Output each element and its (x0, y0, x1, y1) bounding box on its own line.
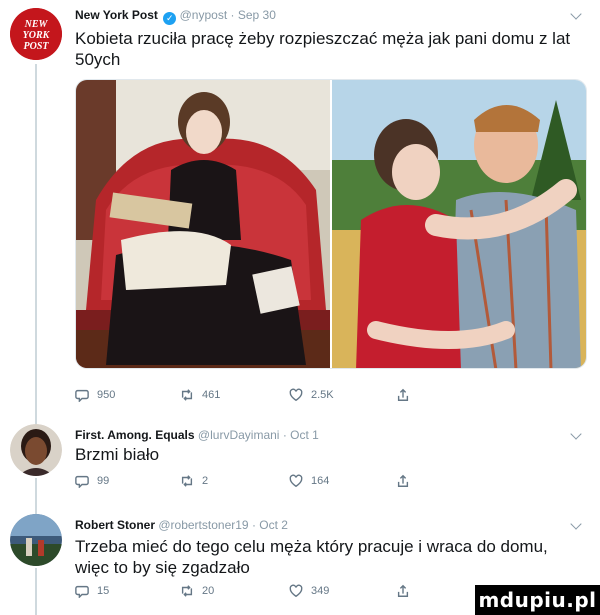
reply-icon (75, 585, 89, 598)
avatar-first-among-equals[interactable] (10, 424, 62, 476)
like-icon (289, 584, 303, 598)
share-icon (397, 584, 409, 597)
retweet-button[interactable]: 20 (180, 584, 214, 598)
retweet-button[interactable]: 461 (180, 388, 220, 402)
retweet-count: 20 (202, 585, 215, 597)
caret-down-icon[interactable] (570, 518, 582, 530)
tweet-photo[interactable] (75, 79, 587, 369)
verified-icon: ✓ (163, 12, 177, 25)
share-icon (397, 474, 409, 487)
svg-text:YORK: YORK (23, 30, 51, 41)
share-button[interactable] (396, 584, 410, 598)
share-icon (397, 388, 409, 401)
thread-line (35, 568, 37, 615)
like-count: 2.5K (311, 389, 334, 401)
author-name[interactable]: First. Among. Equals (75, 428, 195, 442)
avatar-robert-stoner[interactable] (10, 514, 62, 566)
tweet-date[interactable]: Sep 30 (238, 8, 276, 22)
tweet-nypost: NEW YORK POST New York Post ✓ @nypost · … (0, 0, 600, 424)
tweet-actions: 99 2 164 (75, 474, 495, 490)
reply-count: 15 (97, 585, 110, 597)
tweet-reply-1: First. Among. Equals @lurvDayimani · Oct… (0, 418, 600, 522)
tweet-date[interactable]: Oct 1 (290, 428, 319, 442)
watermark: mdupiu.pl (475, 585, 600, 615)
tweet-header: Robert Stoner @robertstoner19 · Oct 2 (75, 518, 288, 532)
retweet-icon (181, 585, 193, 597)
reply-button[interactable]: 99 (75, 474, 109, 488)
reply-button[interactable]: 15 (75, 584, 109, 598)
author-name[interactable]: New York Post (75, 8, 158, 22)
like-button[interactable]: 2.5K (289, 388, 334, 402)
retweet-icon (181, 475, 193, 487)
caret-down-icon[interactable] (570, 428, 582, 440)
reply-count: 950 (97, 389, 116, 401)
retweet-button[interactable]: 2 (180, 474, 208, 488)
retweet-count: 461 (202, 389, 221, 401)
tweet-text: Trzeba mieć do tego celu męża który prac… (75, 537, 548, 577)
retweet-count: 2 (202, 475, 209, 487)
reply-icon (75, 475, 89, 488)
svg-text:POST: POST (24, 41, 50, 52)
tweet-actions: 950 461 2.5K (75, 388, 495, 404)
like-button[interactable]: 349 (289, 584, 329, 598)
share-button[interactable] (396, 388, 410, 402)
like-button[interactable]: 164 (289, 474, 329, 488)
thread-line (35, 64, 37, 424)
tweet-actions: 15 20 349 (75, 584, 495, 600)
svg-text:NEW: NEW (24, 19, 49, 30)
like-icon (289, 474, 303, 488)
tweet-text: Kobieta rzuciła pracę żeby rozpieszczać … (75, 29, 571, 69)
tweet-header: New York Post ✓ @nypost · Sep 30 (75, 8, 276, 25)
nypost-avatar[interactable]: NEW YORK POST (10, 8, 62, 60)
author-name[interactable]: Robert Stoner (75, 518, 155, 532)
author-handle[interactable]: @nypost (180, 8, 228, 22)
author-handle[interactable]: @robertstoner19 (158, 518, 248, 532)
tweet-date[interactable]: Oct 2 (259, 518, 288, 532)
reply-count: 99 (97, 475, 110, 487)
reply-button[interactable]: 950 (75, 388, 115, 402)
author-handle[interactable]: @lurvDayimani (198, 428, 280, 442)
share-button[interactable] (396, 474, 410, 488)
like-icon (289, 388, 303, 402)
like-count: 349 (311, 585, 330, 597)
tweet-header: First. Among. Equals @lurvDayimani · Oct… (75, 428, 319, 442)
like-count: 164 (311, 475, 330, 487)
reply-icon (75, 389, 89, 402)
tweet-text: Brzmi biało (75, 445, 160, 464)
retweet-icon (181, 389, 193, 401)
caret-down-icon[interactable] (570, 8, 582, 20)
